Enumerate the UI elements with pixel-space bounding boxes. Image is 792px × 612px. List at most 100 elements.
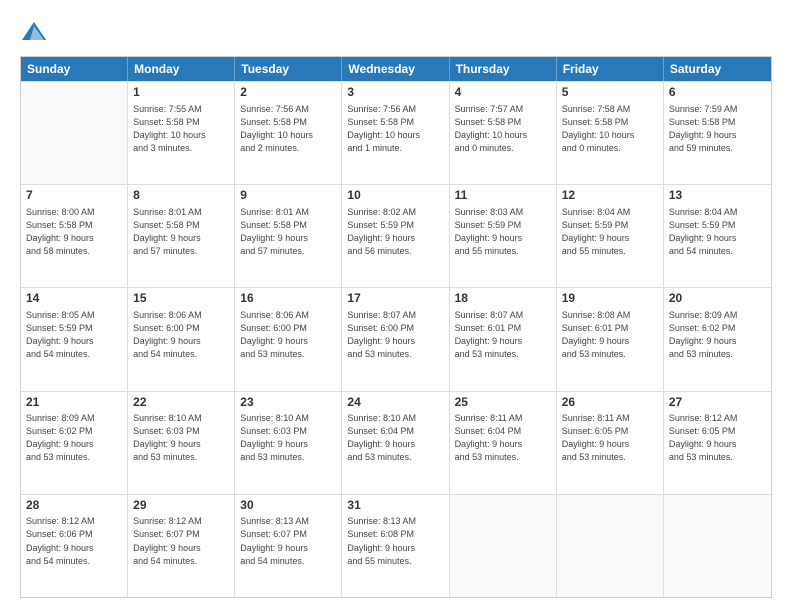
day-info-line: Sunrise: 8:08 AM (562, 310, 631, 320)
day-info: Sunrise: 7:55 AMSunset: 5:58 PMDaylight:… (133, 103, 229, 155)
day-number: 26 (562, 395, 658, 411)
day-info-line: Sunrise: 8:04 AM (669, 207, 738, 217)
day-number: 15 (133, 291, 229, 307)
day-info-line: and 55 minutes. (562, 246, 626, 256)
day-info-line: Sunset: 5:58 PM (133, 220, 200, 230)
day-info-line: and 59 minutes. (669, 143, 733, 153)
day-number: 8 (133, 188, 229, 204)
day-info-line: Sunrise: 8:10 AM (133, 413, 202, 423)
day-info-line: Sunset: 5:58 PM (669, 117, 736, 127)
calendar-cell: 3Sunrise: 7:56 AMSunset: 5:58 PMDaylight… (342, 82, 449, 184)
day-info-line: Daylight: 9 hours (133, 336, 201, 346)
day-info-line: Sunrise: 7:58 AM (562, 104, 631, 114)
day-info-line: Daylight: 9 hours (455, 439, 523, 449)
day-info-line: Sunset: 6:05 PM (562, 426, 629, 436)
day-info-line: Daylight: 9 hours (562, 439, 630, 449)
day-info-line: Daylight: 10 hours (133, 130, 206, 140)
day-info-line: and 1 minute. (347, 143, 402, 153)
day-number: 6 (669, 85, 766, 101)
day-info: Sunrise: 8:10 AMSunset: 6:03 PMDaylight:… (240, 412, 336, 464)
calendar-cell: 25Sunrise: 8:11 AMSunset: 6:04 PMDayligh… (450, 392, 557, 494)
calendar-cell: 16Sunrise: 8:06 AMSunset: 6:00 PMDayligh… (235, 288, 342, 390)
calendar-row: 1Sunrise: 7:55 AMSunset: 5:58 PMDaylight… (21, 81, 771, 184)
cal-header-cell: Friday (557, 57, 664, 81)
day-info-line: and 55 minutes. (347, 556, 411, 566)
calendar-cell: 8Sunrise: 8:01 AMSunset: 5:58 PMDaylight… (128, 185, 235, 287)
day-number: 2 (240, 85, 336, 101)
day-info-line: Sunrise: 7:59 AM (669, 104, 738, 114)
day-number: 28 (26, 498, 122, 514)
day-info: Sunrise: 8:04 AMSunset: 5:59 PMDaylight:… (669, 206, 766, 258)
day-info-line: Daylight: 9 hours (240, 439, 308, 449)
day-number: 4 (455, 85, 551, 101)
calendar-row: 21Sunrise: 8:09 AMSunset: 6:02 PMDayligh… (21, 391, 771, 494)
day-info: Sunrise: 8:09 AMSunset: 6:02 PMDaylight:… (669, 309, 766, 361)
day-info-line: and 53 minutes. (669, 349, 733, 359)
day-number: 9 (240, 188, 336, 204)
day-info-line: Sunrise: 8:07 AM (455, 310, 524, 320)
day-info-line: and 53 minutes. (240, 349, 304, 359)
day-info-line: Sunset: 6:01 PM (455, 323, 522, 333)
day-number: 7 (26, 188, 122, 204)
day-info-line: Sunset: 6:02 PM (26, 426, 93, 436)
day-info: Sunrise: 8:05 AMSunset: 5:59 PMDaylight:… (26, 309, 122, 361)
day-number: 16 (240, 291, 336, 307)
day-info-line: Daylight: 9 hours (26, 543, 94, 553)
day-info-line: Sunset: 5:58 PM (240, 220, 307, 230)
calendar-cell: 17Sunrise: 8:07 AMSunset: 6:00 PMDayligh… (342, 288, 449, 390)
calendar-cell: 11 Sunrise: 8:03 AMSunset: 5:59 PMDayligh… (450, 185, 557, 287)
day-info-line: Sunrise: 8:10 AM (240, 413, 309, 423)
day-info-line: and 54 minutes. (133, 349, 197, 359)
day-number: 24 (347, 395, 443, 411)
day-info: Sunrise: 8:03 AMSunset: 5:59 PMDaylight:… (455, 206, 551, 258)
day-info-line: Daylight: 10 hours (240, 130, 313, 140)
day-info-line: Sunset: 5:58 PM (455, 117, 522, 127)
day-info-line: Sunrise: 8:11 AM (562, 413, 630, 423)
day-info-line: Sunset: 6:00 PM (240, 323, 307, 333)
day-info: Sunrise: 8:04 AMSunset: 5:59 PMDaylight:… (562, 206, 658, 258)
day-info: Sunrise: 8:11 AM Sunset: 6:05 PM Daylight:… (562, 412, 658, 464)
day-info-line: Daylight: 9 hours (26, 439, 94, 449)
calendar-cell: 23Sunrise: 8:10 AMSunset: 6:03 PMDayligh… (235, 392, 342, 494)
day-info-line: Sunset: 5:58 PM (133, 117, 200, 127)
calendar-cell: 20Sunrise: 8:09 AMSunset: 6:02 PMDayligh… (664, 288, 771, 390)
day-info-line: Daylight: 9 hours (455, 233, 523, 243)
calendar-cell: 31Sunrise: 8:13 AMSunset: 6:08 PMDayligh… (342, 495, 449, 597)
day-info-line: Sunrise: 7:56 AM (347, 104, 416, 114)
day-info-line: Sunrise: 8:00 AM (26, 207, 95, 217)
day-info-line: and 54 minutes. (240, 556, 304, 566)
cal-header-cell: Sunday (21, 57, 128, 81)
cal-header-cell: Thursday (450, 57, 557, 81)
calendar-cell: 13 Sunrise: 8:04 AMSunset: 5:59 PMDayligh… (664, 185, 771, 287)
day-info-line: and 53 minutes. (455, 452, 519, 462)
calendar-cell: 21Sunrise: 8:09 AMSunset: 6:02 PMDayligh… (21, 392, 128, 494)
day-info-line: Daylight: 9 hours (347, 336, 415, 346)
day-info-line: Sunset: 6:06 PM (26, 529, 93, 539)
day-info-line: Daylight: 9 hours (133, 439, 201, 449)
day-info: Sunrise: 8:07 AMSunset: 6:01 PMDaylight:… (455, 309, 551, 361)
day-info: Sunrise: 7:58 AMSunset: 5:58 PMDaylight:… (562, 103, 658, 155)
day-number: 22 (133, 395, 229, 411)
day-info-line: Daylight: 9 hours (669, 439, 737, 449)
calendar-row: 28 Sunrise: 8:12 AM Sunset: 6:06 PM Dayligh… (21, 494, 771, 597)
day-info-line: Sunset: 5:59 PM (455, 220, 522, 230)
day-info: Sunrise: 8:12 AMSunset: 6:07 PMDaylight:… (133, 515, 229, 567)
day-number: 11 (455, 188, 551, 204)
day-number: 23 (240, 395, 336, 411)
day-info: Sunrise: 7:57 AMSunset: 5:58 PMDaylight:… (455, 103, 551, 155)
day-info-line: Daylight: 9 hours (240, 233, 308, 243)
day-number: 13 (669, 188, 766, 204)
day-number: 5 (562, 85, 658, 101)
day-info: Sunrise: 8:08 AMSunset: 6:01 PMDaylight:… (562, 309, 658, 361)
day-info-line: and 2 minutes. (240, 143, 299, 153)
day-info-line: Sunset: 6:07 PM (240, 529, 307, 539)
day-info-line: and 53 minutes. (562, 349, 626, 359)
calendar-cell: 24Sunrise: 8:10 AMSunset: 6:04 PMDayligh… (342, 392, 449, 494)
day-info-line: Daylight: 9 hours (347, 439, 415, 449)
day-info-line: Sunrise: 8:12 AM (26, 516, 95, 526)
day-info-line: and 53 minutes. (347, 349, 411, 359)
logo (20, 18, 52, 46)
day-info-line: and 53 minutes. (562, 452, 626, 462)
day-info-line: and 53 minutes. (347, 452, 411, 462)
day-number: 12 (562, 188, 658, 204)
